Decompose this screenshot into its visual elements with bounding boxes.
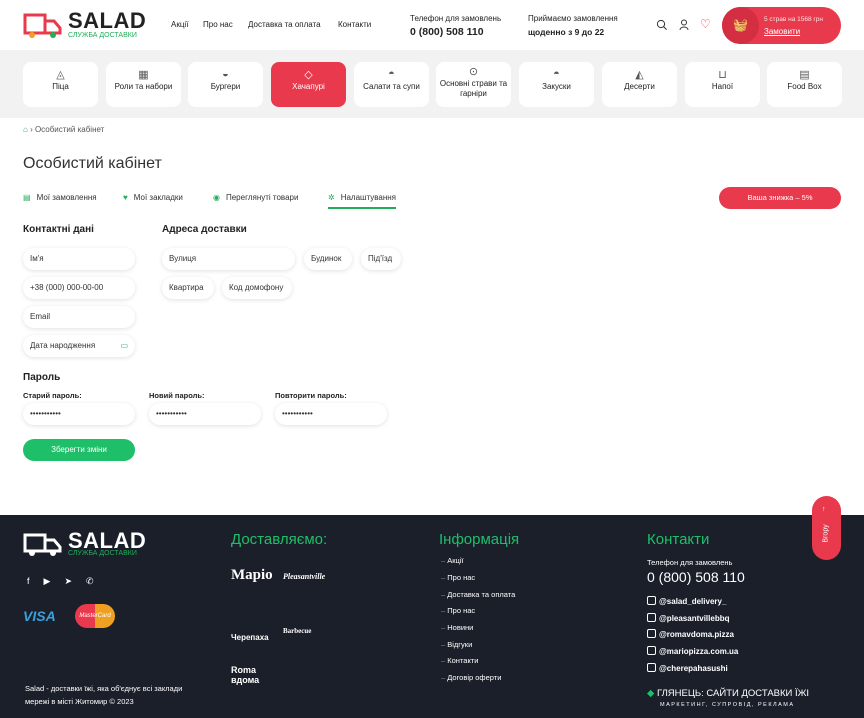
- email-input[interactable]: Email: [23, 306, 135, 328]
- category-pizza[interactable]: ◬ Піца: [23, 62, 98, 107]
- footer-link[interactable]: Відгуки: [441, 640, 472, 649]
- list-icon: ▤: [23, 193, 31, 202]
- breadcrumb: ⌂ › Особистий кабінет: [23, 125, 105, 134]
- instagram-link[interactable]: @salad_delivery_: [647, 596, 726, 606]
- plate-icon: ⊙: [468, 66, 479, 78]
- instagram-link[interactable]: @mariopizza.com.ua: [647, 646, 738, 656]
- category-salads[interactable]: ◓ Салати та супи: [354, 62, 429, 107]
- category-foodbox[interactable]: ▤ Food Box: [767, 62, 842, 107]
- instagram-link[interactable]: @pleasantvillebbq: [647, 613, 729, 623]
- snack-icon: ◓: [553, 68, 560, 80]
- instagram-icon: [647, 629, 656, 638]
- heart-icon: ♥: [123, 193, 128, 202]
- footer-link[interactable]: Договір оферти: [441, 673, 501, 682]
- partner-roma-logo[interactable]: Roma вдома: [231, 665, 271, 685]
- footer-link[interactable]: Доставка та оплата: [441, 590, 515, 599]
- tab-orders[interactable]: ▤ Мої замовлення: [23, 193, 97, 202]
- category-burgers[interactable]: ◒ Бургери: [188, 62, 263, 107]
- nav-contacts[interactable]: Контакти: [338, 20, 371, 29]
- tab-settings[interactable]: ✲ Налаштування: [328, 193, 396, 209]
- scroll-to-top-button[interactable]: ↑ Вгору: [812, 496, 841, 560]
- foodbox-icon: ▤: [799, 69, 810, 81]
- gear-icon: ✲: [328, 193, 335, 202]
- street-input[interactable]: Вулиця: [162, 248, 295, 270]
- phone-input[interactable]: +38 (000) 000-00-00: [23, 277, 135, 299]
- category-drinks[interactable]: ⊔ Напої: [685, 62, 760, 107]
- nav-about[interactable]: Про нас: [203, 20, 233, 29]
- instagram-link[interactable]: @cherepahasushi: [647, 663, 728, 673]
- category-snacks[interactable]: ◓ Закуски: [519, 62, 594, 107]
- nav-promo[interactable]: Акції: [171, 20, 188, 29]
- cake-icon: ◭: [635, 69, 644, 81]
- footer-link[interactable]: Про нас: [441, 606, 475, 615]
- khachapuri-icon: ◇: [304, 69, 313, 81]
- new-password-input[interactable]: •••••••••••: [149, 403, 261, 425]
- category-rolls[interactable]: ▦ Роли та набори: [106, 62, 181, 107]
- footer: SALAD СЛУЖБА ДОСТАВКИ f ▶ ➤ ✆ VISA MasterCa…: [0, 515, 864, 718]
- developer-link[interactable]: ◆ ГЛЯНЕЦЬ: САЙТИ ДОСТАВКИ ЇЖІ: [647, 688, 809, 699]
- footer-link[interactable]: Контакти: [441, 656, 478, 665]
- facebook-icon[interactable]: f: [27, 576, 30, 587]
- calendar-icon: ▭: [120, 341, 128, 350]
- instagram-icon: [647, 596, 656, 605]
- heart-icon[interactable]: ♡: [700, 17, 711, 31]
- footer-link[interactable]: Про нас: [441, 573, 475, 582]
- telegram-icon[interactable]: ➤: [64, 576, 72, 587]
- partner-mario-logo[interactable]: Маріо: [231, 567, 273, 584]
- mastercard-logo: MasterCard: [75, 604, 115, 628]
- header-phone[interactable]: 0 (800) 508 110: [410, 26, 484, 38]
- partner-cherepaha-logo[interactable]: Черепаха: [231, 633, 269, 642]
- truck-logo-icon: [23, 13, 62, 38]
- basket-icon: 🧺: [722, 7, 759, 44]
- viber-icon[interactable]: ✆: [86, 576, 94, 587]
- footer-phone[interactable]: 0 (800) 508 110: [647, 569, 745, 585]
- footer-link[interactable]: Новини: [441, 623, 473, 632]
- instagram-icon: [647, 646, 656, 655]
- pizza-icon: ◬: [56, 69, 65, 81]
- page-title: Особистий кабінет: [23, 155, 162, 172]
- instagram-icon: [647, 663, 656, 672]
- entrance-input[interactable]: Під'їзд: [361, 248, 401, 270]
- developer-logo-icon: ◆: [647, 688, 655, 699]
- discount-badge: Ваша знижка – 5%: [719, 187, 841, 209]
- tab-bookmarks[interactable]: ♥ Мої закладки: [123, 193, 183, 202]
- nav-delivery[interactable]: Доставка та оплата: [248, 20, 321, 29]
- burger-icon: ◒: [222, 68, 229, 80]
- home-icon[interactable]: ⌂: [23, 125, 28, 134]
- repeat-password-input[interactable]: •••••••••••: [275, 403, 387, 425]
- instagram-icon: [647, 613, 656, 622]
- drink-icon: ⊔: [718, 69, 727, 81]
- category-khachapuri[interactable]: ◇ Хачапурі: [271, 62, 346, 107]
- old-password-input[interactable]: •••••••••••: [23, 403, 135, 425]
- category-main[interactable]: ⊙ Основні страви та гарніри: [436, 62, 511, 107]
- youtube-icon[interactable]: ▶: [44, 576, 51, 587]
- save-button[interactable]: Зберегти зміни: [23, 439, 135, 461]
- name-input[interactable]: Ім'я: [23, 248, 135, 270]
- visa-logo: VISA: [23, 608, 56, 624]
- eye-icon: ◉: [213, 193, 220, 202]
- truck-logo-icon: [23, 533, 62, 556]
- category-desserts[interactable]: ◭ Десерти: [602, 62, 677, 107]
- user-icon[interactable]: [679, 19, 689, 32]
- intercom-input[interactable]: Код домофону: [222, 277, 292, 299]
- category-bar: ◬ Піца ▦ Роли та набори ◒ Бургери ◇ Хачапурі…: [0, 50, 864, 118]
- house-input[interactable]: Будинок: [304, 248, 352, 270]
- flat-input[interactable]: Квартира: [162, 277, 214, 299]
- arrow-up-icon: ↑: [822, 506, 826, 513]
- instagram-link[interactable]: @romavdoma.pizza: [647, 629, 734, 639]
- salad-icon: ◓: [388, 68, 395, 80]
- cart-button[interactable]: 🧺 5 страв на 1568 грн Замовити: [722, 7, 841, 44]
- birthdate-input[interactable]: Дата народження ▭: [23, 335, 135, 357]
- partner-barbecue-logo[interactable]: Barbecue: [283, 627, 311, 635]
- logo[interactable]: SALAD СЛУЖБА ДОСТАВКИ: [23, 8, 146, 42]
- partner-pleasantville-logo[interactable]: Pleasantville: [283, 572, 325, 581]
- search-icon[interactable]: [656, 19, 667, 32]
- rolls-icon: ▦: [138, 69, 149, 81]
- tab-viewed[interactable]: ◉ Переглянуті товари: [213, 193, 298, 202]
- footer-link[interactable]: Акції: [441, 556, 463, 565]
